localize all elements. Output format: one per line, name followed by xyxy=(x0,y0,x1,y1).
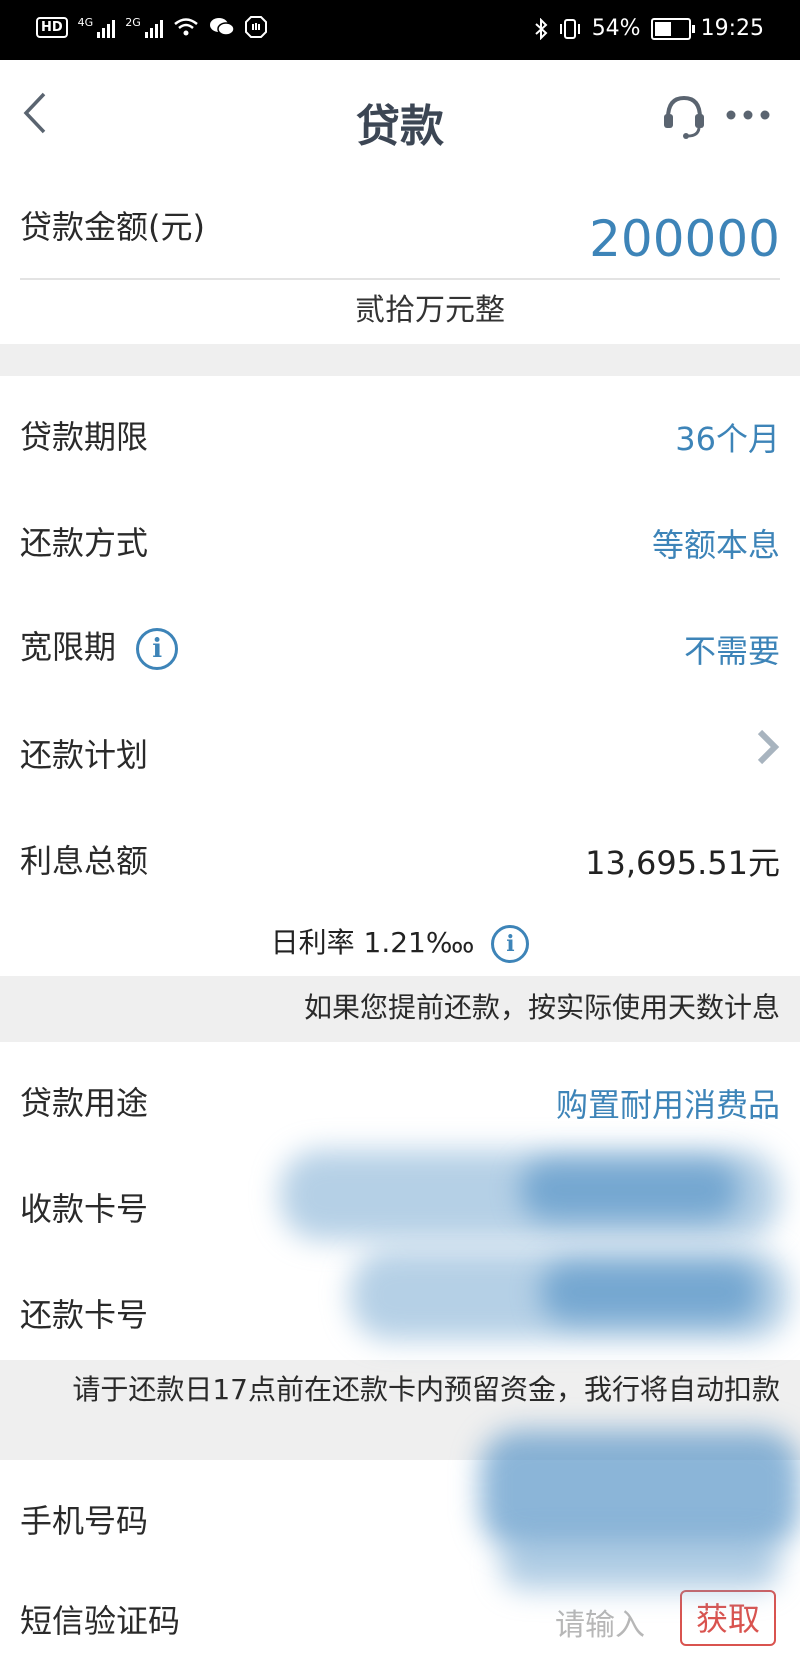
loan-amount-words: 贰拾万元整 xyxy=(355,293,505,328)
receive-card-label: 收款卡号 xyxy=(20,1190,149,1228)
loan-amount-row[interactable]: 贷款金额(元) 200000 xyxy=(0,170,800,280)
sms-code-label: 短信验证码 xyxy=(20,1602,181,1640)
grace-period-value[interactable]: 不需要 xyxy=(684,626,780,672)
amount-divider xyxy=(20,278,780,280)
rate-info-icon[interactable]: i xyxy=(491,925,530,963)
status-left: HD 4G 2G xyxy=(36,16,267,38)
signal-icon-2: 2G xyxy=(125,16,163,38)
loan-amount-value[interactable]: 200000 xyxy=(589,210,780,268)
signal-type-2: 2G xyxy=(125,16,141,29)
phone-label: 手机号码 xyxy=(20,1502,149,1540)
nav-bar: 贷款 xyxy=(0,60,800,173)
loan-purpose-label: 贷款用途 xyxy=(20,1084,149,1122)
vibrate-icon xyxy=(559,18,580,39)
total-interest-row: 利息总额 13,695.51元 xyxy=(0,800,800,910)
status-right: 54% 19:25 xyxy=(534,16,764,41)
get-sms-code-button[interactable]: 获取 xyxy=(680,1590,776,1646)
repay-plan-row[interactable]: 还款计划 xyxy=(0,694,800,802)
battery-icon xyxy=(650,17,695,40)
reserve-notice: 请于还款日17点前在还款卡内预留资金，我行将自动扣款 xyxy=(72,1373,780,1406)
section-gap xyxy=(0,344,800,376)
more-dots-icon[interactable] xyxy=(724,108,772,122)
grace-period-label: 宽限期 xyxy=(20,628,117,666)
prepay-notice-band: 如果您提前还款，按实际使用天数计息 xyxy=(0,976,800,1042)
status-bar: HD 4G 2G 54% 19:25 xyxy=(0,0,800,60)
prepay-notice: 如果您提前还款，按实际使用天数计息 xyxy=(303,991,780,1024)
loan-term-label: 贷款期限 xyxy=(20,418,149,456)
signal-icon: 4G xyxy=(78,16,116,38)
daily-rate-text: 日利率 1.21‱ xyxy=(270,926,475,959)
repay-method-label: 还款方式 xyxy=(20,524,149,562)
grace-period-label-wrap: 宽限期 i xyxy=(20,622,179,670)
total-interest-value: 13,695.51元 xyxy=(585,844,780,882)
clock: 19:25 xyxy=(700,16,764,41)
grace-period-row[interactable]: 宽限期 i 不需要 xyxy=(0,588,800,696)
chevron-right-icon[interactable] xyxy=(756,728,780,766)
repay-method-row[interactable]: 还款方式 等额本息 xyxy=(0,482,800,590)
bluetooth-icon xyxy=(535,17,548,40)
wechat-icon xyxy=(209,18,235,36)
headset-icon[interactable] xyxy=(660,90,708,142)
wifi-icon xyxy=(173,18,198,36)
sms-code-input[interactable]: 请输入 xyxy=(555,1600,645,1644)
hd-badge: HD xyxy=(36,16,68,38)
signal-type-1: 4G xyxy=(77,16,94,29)
loan-term-value[interactable]: 36个月 xyxy=(675,414,780,460)
daily-rate-line: 日利率 1.21‱ i xyxy=(0,910,800,978)
info-icon[interactable]: i xyxy=(136,628,179,670)
repay-card-label: 还款卡号 xyxy=(20,1296,149,1334)
loan-amount-label: 贷款金额(元) xyxy=(20,208,205,246)
shield-icon xyxy=(244,16,267,38)
total-interest-label: 利息总额 xyxy=(20,842,149,880)
loan-term-row[interactable]: 贷款期限 36个月 xyxy=(0,376,800,484)
repay-method-value[interactable]: 等额本息 xyxy=(652,520,780,566)
loan-purpose-row[interactable]: 贷款用途 购置耐用消费品 xyxy=(0,1042,800,1150)
battery-percent: 54% xyxy=(591,16,641,41)
loan-purpose-value[interactable]: 购置耐用消费品 xyxy=(556,1080,780,1126)
repay-plan-label: 还款计划 xyxy=(20,736,149,774)
